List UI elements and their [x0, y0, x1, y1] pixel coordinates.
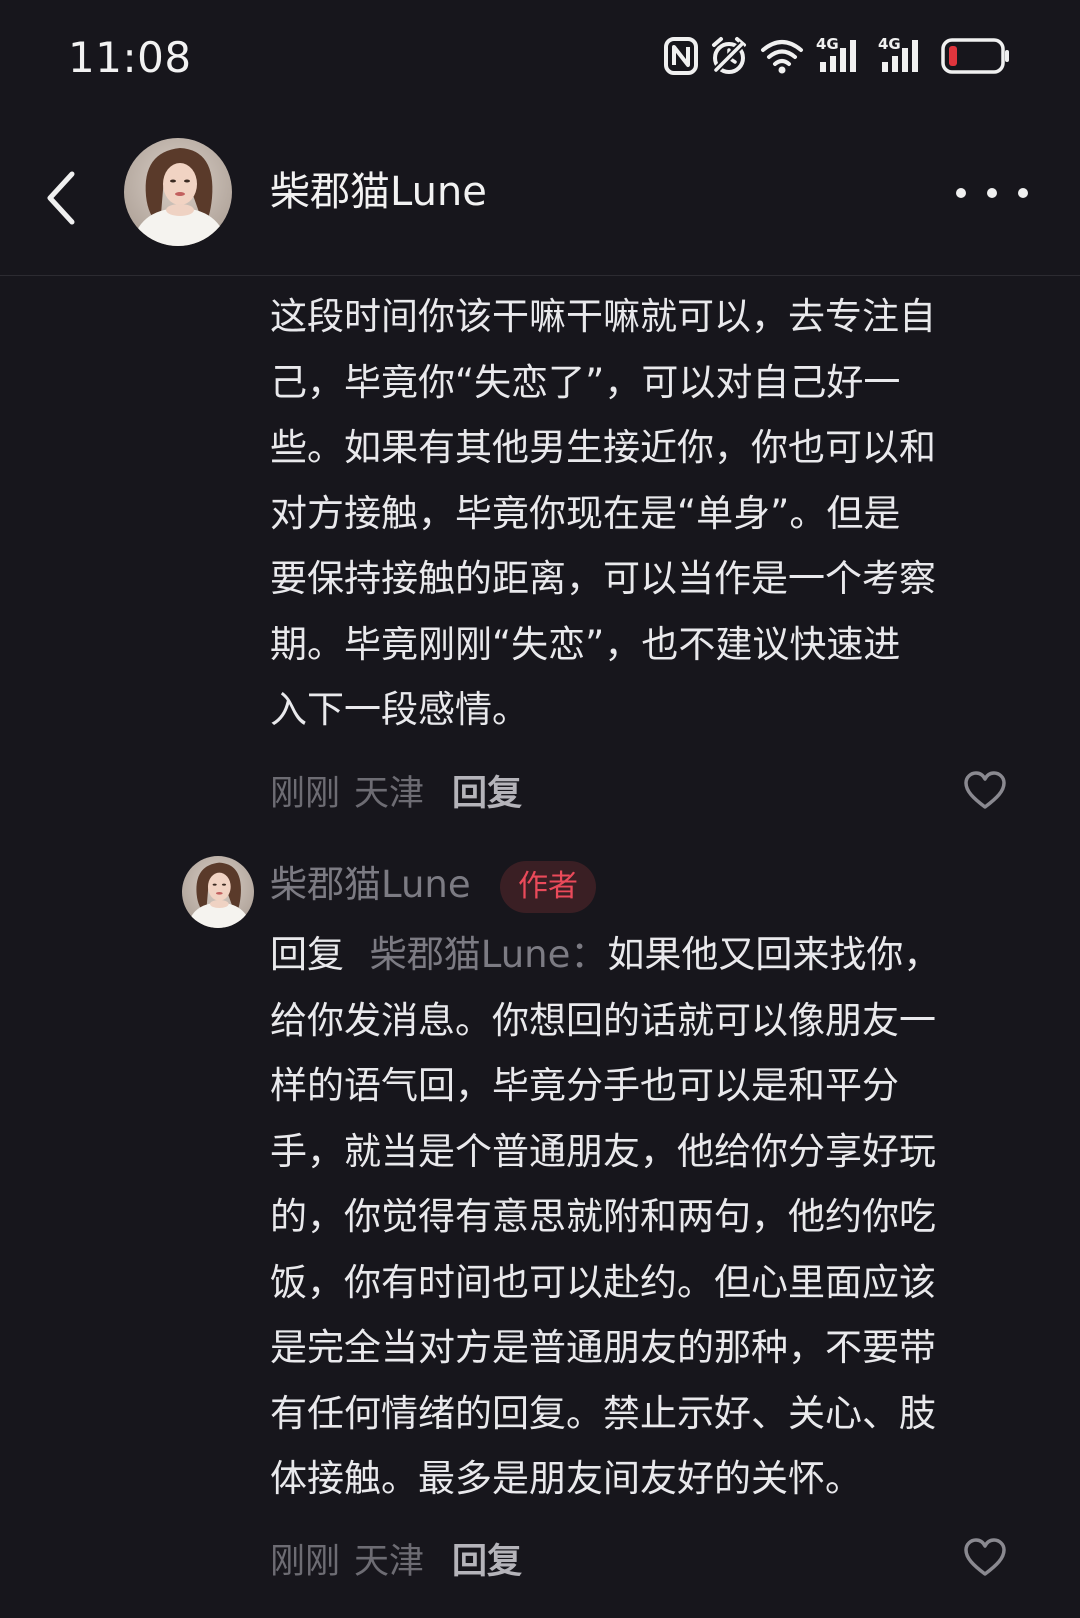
comment-line: 对方接触，毕竟你现在是“单身”。但是	[270, 491, 901, 535]
reply-prefix: 回复	[270, 933, 344, 976]
reply-button[interactable]: 回复	[452, 1533, 522, 1584]
more-button[interactable]	[956, 168, 1028, 218]
comment-meta: 刚刚 天津 回复	[270, 760, 522, 820]
comment-line: 是完全当对方是普通朋友的那种，不要带	[270, 1326, 936, 1369]
comment-line-text: 如果他又回来找你，	[607, 933, 941, 976]
comment-line: 体接触。最多是朋友间友好的关怀。	[270, 1457, 862, 1500]
more-horizontal-icon	[987, 188, 997, 198]
like-button[interactable]	[960, 765, 1010, 815]
comment-meta: 刚刚 天津 回复	[270, 1528, 522, 1588]
header-bar: 柴郡猫Lune	[0, 120, 1080, 276]
like-button[interactable]	[960, 1532, 1010, 1582]
battery-low-icon	[940, 36, 1012, 76]
status-icons: 4G 4G	[664, 34, 1012, 78]
avatar[interactable]	[182, 856, 254, 928]
header-username[interactable]: 柴郡猫Lune	[270, 164, 487, 220]
comment-line: 己，毕竟你“失恋了”，可以对自己好一	[270, 360, 901, 404]
more-horizontal-icon	[1018, 188, 1028, 198]
reply-button[interactable]: 回复	[452, 765, 522, 816]
comment-line: 要保持接触的距离，可以当作是一个考察	[270, 557, 936, 600]
alarm-icon	[710, 36, 748, 76]
comment-location: 天津	[354, 773, 425, 814]
status-clock: 11:08	[68, 33, 192, 82]
comment-time: 刚刚	[270, 773, 341, 814]
comment-text: 这段时间你该干嘛干嘛就可以，去专注自 己，毕竟你“失恋了”，可以对自己好一 些。…	[270, 284, 1030, 743]
reply-target-name[interactable]: 柴郡猫Lune：	[370, 933, 608, 976]
heart-outline-icon	[964, 771, 1006, 809]
comment-line: 期。毕竟刚刚“失恋”，也不建议快速进	[270, 622, 901, 666]
comment-line: 入下一段感情。	[270, 688, 529, 731]
signal-4g-icon: 4G	[816, 36, 866, 76]
comment-time: 刚刚	[270, 1541, 341, 1582]
comment-line: 饭，你有时间也可以赴约。但心里面应该	[270, 1260, 936, 1304]
wifi-icon	[760, 36, 804, 76]
comment-location: 天津	[354, 1541, 425, 1582]
author-badge: 作者	[500, 861, 596, 913]
nfc-icon	[664, 36, 698, 76]
comment-line: 这段时间你该干嘛干嘛就可以，去专注自	[270, 295, 936, 338]
comment-line: 样的语气回，毕竟分手也可以是和平分	[270, 1064, 899, 1107]
reply-author-name[interactable]: 柴郡猫Lune	[270, 858, 471, 912]
back-button[interactable]	[36, 158, 86, 238]
comment-line: 些。如果有其他男生接近你，你也可以和	[270, 426, 936, 469]
comment-line: 的，你觉得有意思就附和两句，他约你吃	[270, 1195, 936, 1238]
more-horizontal-icon	[956, 188, 966, 198]
comment-line: 给你发消息。你想回的话就可以像朋友一	[270, 998, 936, 1042]
comment-line: 手，就当是个普通朋友，他给你分享好玩	[270, 1129, 936, 1173]
comment-line: 有任何情绪的回复。禁止示好、关心、肢	[270, 1391, 936, 1435]
status-bar: 11:08 4G 4G	[0, 0, 1080, 110]
comment-line: 回复 柴郡猫Lune：如果他又回来找你，	[270, 922, 1030, 988]
avatar[interactable]	[124, 138, 232, 246]
reply-text: 回复 柴郡猫Lune：如果他又回来找你， 给你发消息。你想回的话就可以像朋友一 …	[270, 922, 1030, 1512]
signal-4g-icon: 4G	[878, 36, 928, 76]
heart-outline-icon	[964, 1538, 1006, 1576]
chevron-left-icon	[47, 171, 75, 225]
